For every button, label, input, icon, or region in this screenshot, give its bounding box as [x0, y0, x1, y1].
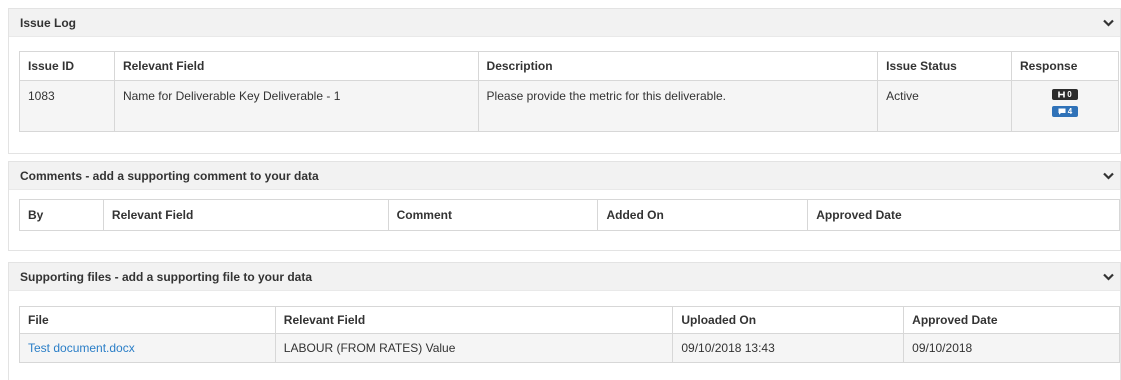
issue-log-table: Issue ID Relevant Field Description Issu… [19, 51, 1119, 132]
comment-badge-count: 4 [1067, 106, 1073, 116]
col-added-on[interactable]: Added On [597, 199, 809, 231]
col-by[interactable]: By [19, 199, 104, 231]
comment-badge[interactable]: 4 [1052, 106, 1078, 117]
col-issue-id[interactable]: Issue ID [19, 51, 115, 81]
col-relevant-field[interactable]: Relevant Field [102, 199, 389, 231]
h-badge-count: 0 [1067, 89, 1072, 99]
col-relevant-field[interactable]: Relevant Field [113, 51, 479, 81]
col-approved-date[interactable]: Approved Date [807, 199, 1120, 231]
chevron-down-icon[interactable] [1100, 269, 1116, 285]
comment-icon [1058, 108, 1066, 115]
issue-id-cell: 1083 [19, 80, 115, 132]
response-cell: 0 4 [1011, 80, 1119, 132]
col-comment[interactable]: Comment [387, 199, 599, 231]
comments-title: Comments - add a supporting comment to y… [20, 168, 319, 183]
supporting-files-title: Supporting files - add a supporting file… [20, 269, 313, 284]
supporting-files-table: File Relevant Field Uploaded On Approved… [19, 306, 1120, 363]
chevron-down-icon[interactable] [1100, 15, 1116, 31]
col-file[interactable]: File [19, 306, 276, 334]
approved-date-cell: 09/10/2018 [903, 333, 1120, 363]
col-issue-status[interactable]: Issue Status [877, 51, 1013, 81]
relevant-field-cell: Name for Deliverable Key Deliverable - 1 [113, 80, 479, 132]
comments-header[interactable]: Comments - add a supporting comment to y… [9, 162, 1120, 190]
file-link[interactable]: Test document.docx [28, 341, 135, 355]
relevant-field-cell: LABOUR (FROM RATES) Value [274, 333, 674, 363]
file-cell: Test document.docx [19, 333, 276, 363]
col-response[interactable]: Response [1011, 51, 1119, 81]
uploaded-on-cell: 09/10/2018 13:43 [672, 333, 905, 363]
comments-panel: Comments - add a supporting comment to y… [8, 161, 1121, 251]
chevron-down-icon[interactable] [1100, 168, 1116, 184]
table-row: Test document.docx LABOUR (FROM RATES) V… [19, 333, 1120, 363]
issue-log-panel: Issue Log Issue ID Relevant Field Descri… [8, 8, 1121, 154]
h-icon [1058, 91, 1066, 98]
comments-table: By Relevant Field Comment Added On Appro… [19, 199, 1120, 231]
description-cell: Please provide the metric for this deliv… [477, 80, 879, 132]
col-relevant-field[interactable]: Relevant Field [274, 306, 674, 334]
issue-log-title: Issue Log [20, 15, 77, 30]
issue-log-header[interactable]: Issue Log [9, 9, 1120, 37]
table-row: 1083 Name for Deliverable Key Deliverabl… [19, 80, 1119, 132]
supporting-files-header[interactable]: Supporting files - add a supporting file… [9, 263, 1120, 291]
status-cell: Active [877, 80, 1013, 132]
h-badge[interactable]: 0 [1052, 89, 1078, 100]
supporting-files-panel: Supporting files - add a supporting file… [8, 262, 1121, 380]
col-description[interactable]: Description [477, 51, 879, 81]
col-uploaded-on[interactable]: Uploaded On [672, 306, 905, 334]
col-approved-date[interactable]: Approved Date [903, 306, 1120, 334]
